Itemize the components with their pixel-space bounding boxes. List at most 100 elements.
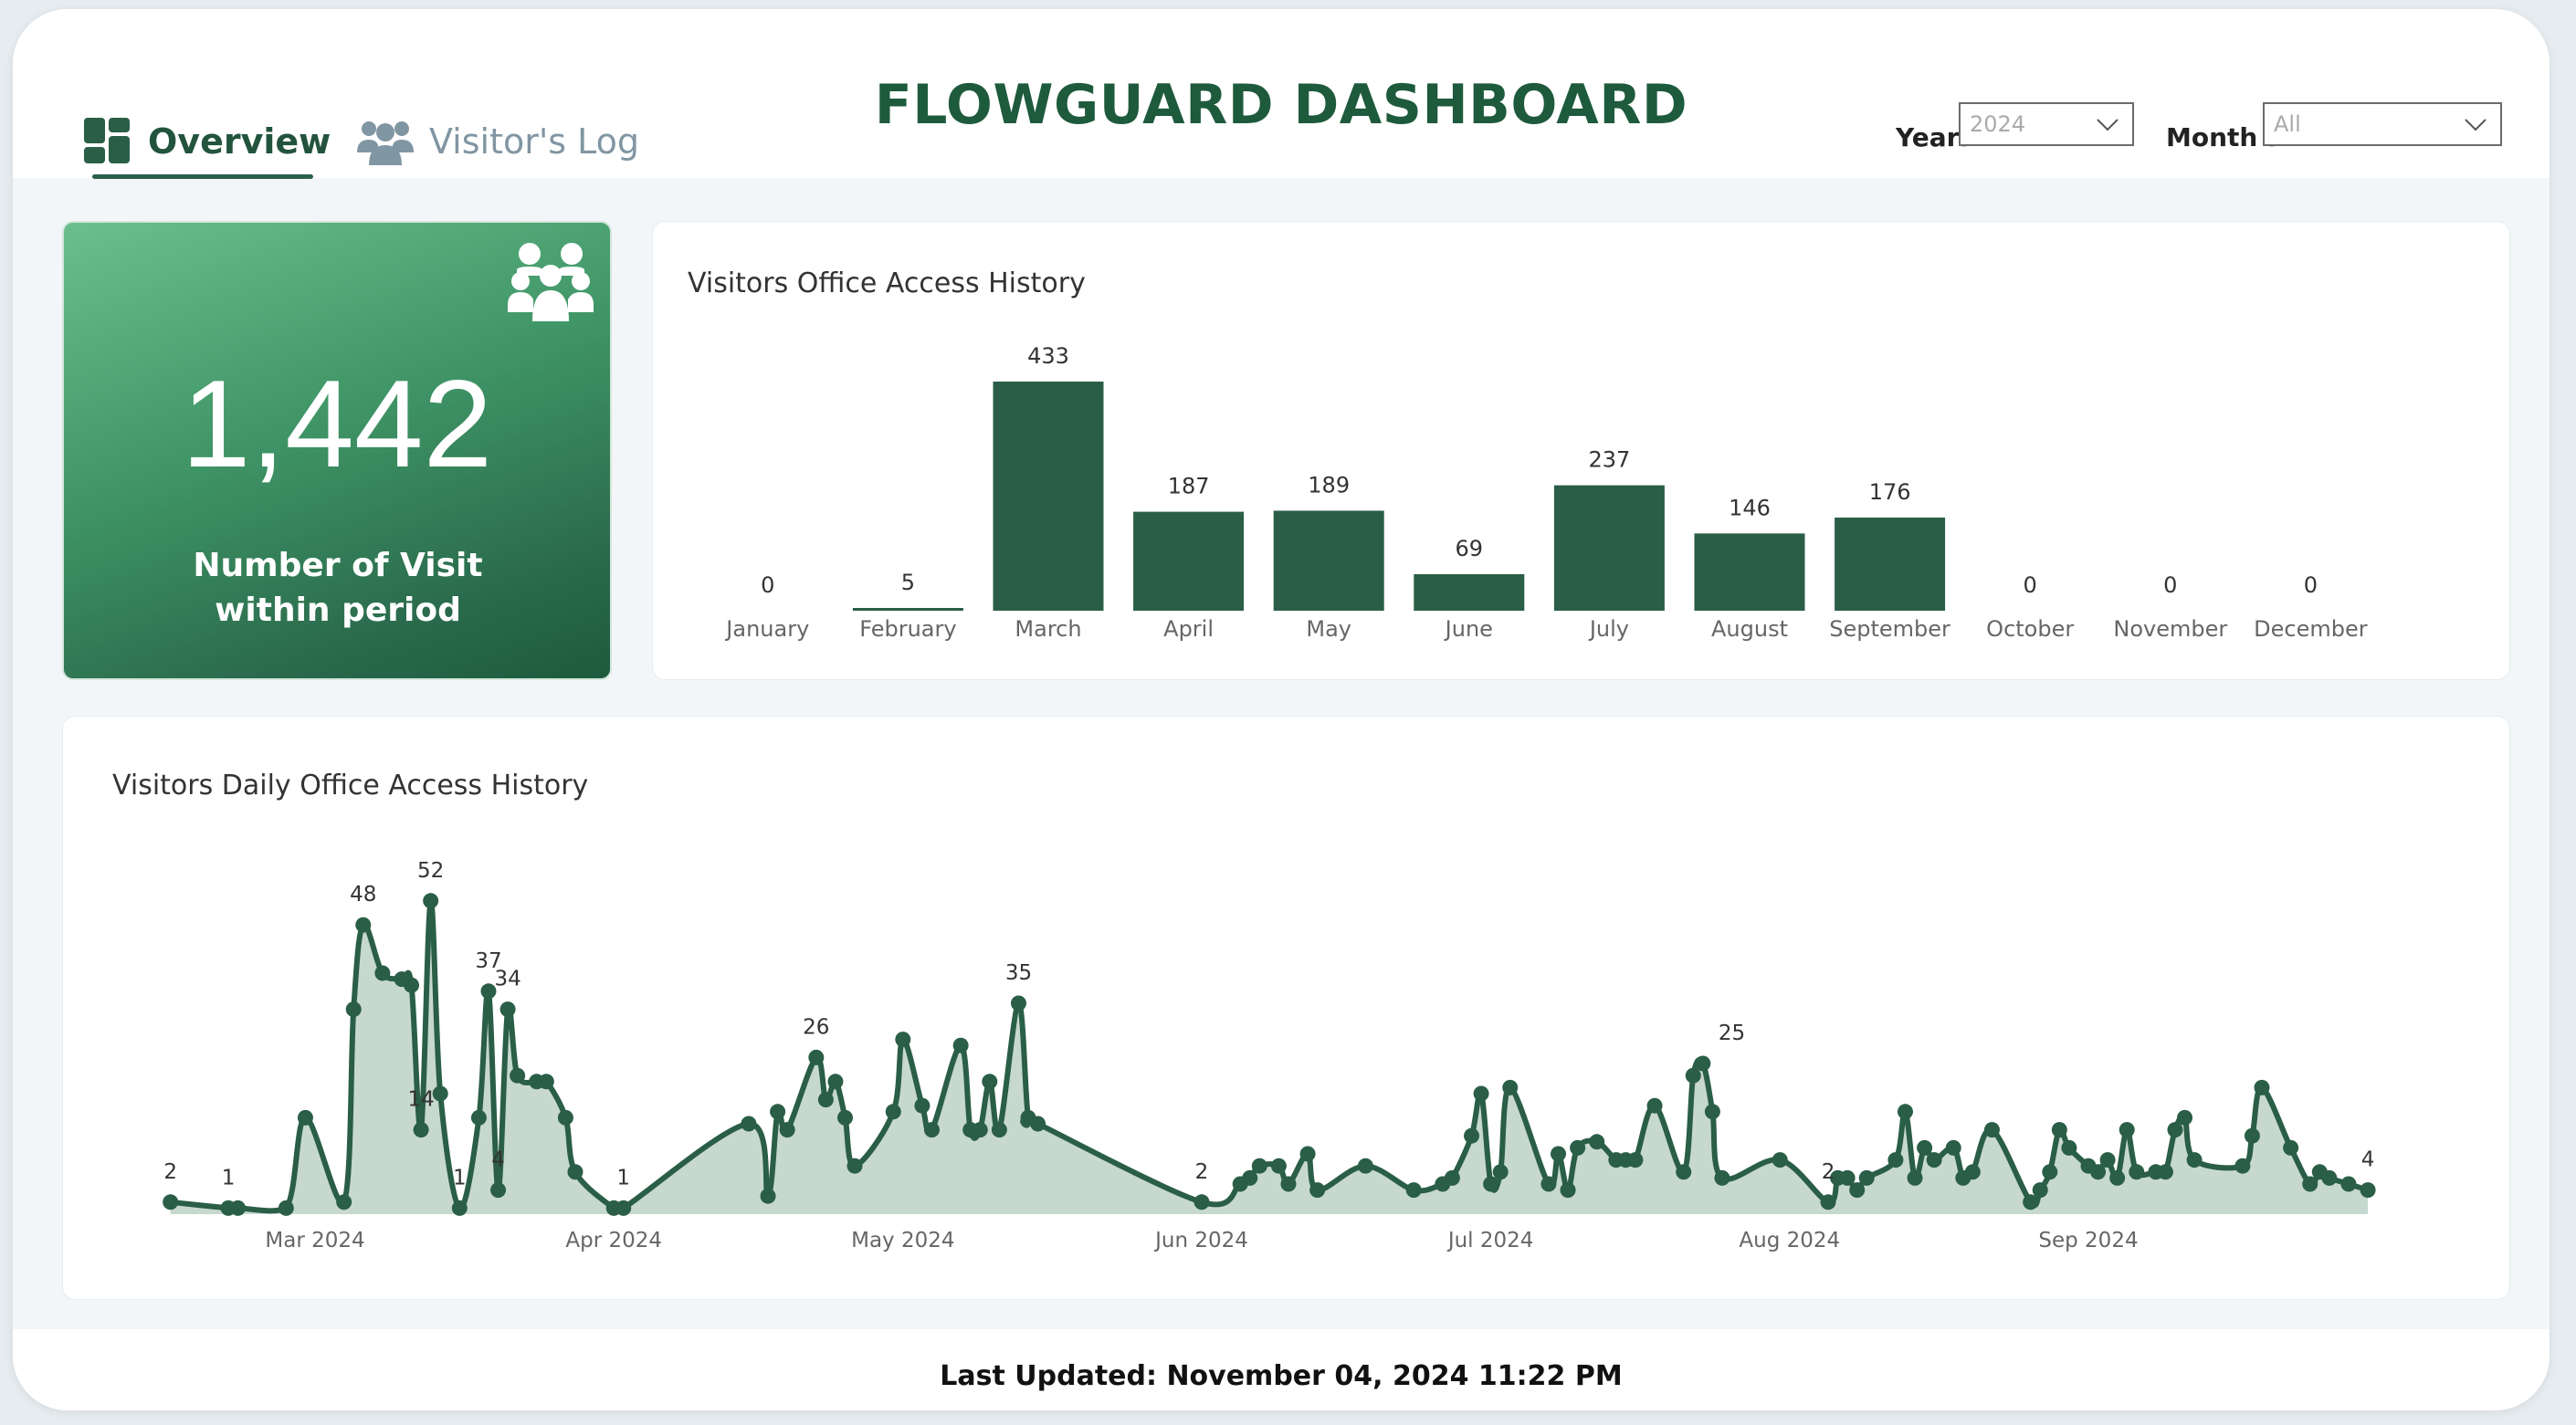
data-point [895, 1032, 911, 1048]
data-point [2302, 1176, 2318, 1192]
data-label: 48 [350, 883, 376, 906]
data-point [1589, 1134, 1605, 1150]
x-tick-label: November [2113, 616, 2227, 642]
bar-value-label: 433 [1027, 343, 1069, 369]
x-tick-label: August [1711, 616, 1788, 642]
bar-august [1694, 533, 1805, 611]
data-point [1570, 1139, 1586, 1156]
data-point [1983, 1122, 2000, 1138]
x-tick-label: Jun 2024 [1153, 1229, 1248, 1252]
bar-may [1273, 510, 1384, 611]
data-point [1444, 1169, 1460, 1186]
data-point [1820, 1194, 1836, 1210]
bar-april [1133, 511, 1245, 611]
x-tick-label: September [1829, 616, 1950, 642]
x-tick-label: Sep 2024 [2038, 1229, 2138, 1252]
data-point [557, 1109, 573, 1126]
data-point [1945, 1139, 1961, 1156]
data-point [1464, 1127, 1480, 1144]
x-tick-label: October [1986, 616, 2074, 642]
data-point [1193, 1194, 1210, 1210]
bar-value-label: 0 [761, 572, 774, 598]
data-point [432, 1085, 448, 1102]
x-tick-label: April [1163, 616, 1214, 642]
data-point [451, 1200, 468, 1216]
data-label: 2 [1195, 1160, 1209, 1184]
data-point [2042, 1164, 2058, 1180]
data-point [2234, 1158, 2251, 1174]
bar-value-label: 0 [2304, 572, 2318, 598]
data-point [1551, 1146, 1567, 1162]
last-updated-text: Last Updated: November 04, 2024 11:22 PM [940, 1360, 1623, 1392]
data-point [2109, 1169, 2126, 1186]
data-point [374, 965, 391, 981]
group-icon [508, 243, 594, 321]
data-point [1270, 1158, 1287, 1174]
bar-value-label: 0 [2163, 572, 2177, 598]
data-point [2061, 1139, 2077, 1156]
x-tick-label: February [859, 616, 956, 642]
data-label: 2 [1822, 1160, 1835, 1184]
data-point [923, 1122, 940, 1138]
year-select[interactable]: 2024 [1959, 102, 2134, 146]
data-point [2321, 1169, 2338, 1186]
data-point [1714, 1169, 1730, 1186]
data-point [538, 1074, 554, 1090]
data-point [1695, 1055, 1711, 1072]
month-select[interactable]: All [2263, 102, 2502, 146]
x-tick-label: January [724, 616, 809, 642]
data-point [846, 1158, 863, 1174]
bar-september [1835, 517, 1946, 611]
data-label: 14 [407, 1088, 434, 1112]
data-point [345, 1001, 362, 1018]
x-tick-label: May 2024 [851, 1229, 954, 1252]
data-point [972, 1122, 988, 1138]
data-label: 1 [222, 1166, 236, 1189]
data-label: 4 [2361, 1148, 2375, 1172]
data-point [952, 1037, 969, 1053]
data-point [1849, 1182, 1866, 1199]
data-point [2283, 1139, 2299, 1156]
bar-value-label: 187 [1168, 474, 1210, 499]
data-point [1926, 1152, 1942, 1168]
data-point [1473, 1085, 1489, 1102]
active-tab-indicator [92, 174, 313, 179]
data-point [808, 1049, 825, 1065]
data-point [1540, 1176, 1557, 1192]
kpi-value: 1,442 [181, 354, 493, 493]
data-point [1917, 1139, 1933, 1156]
data-point [2051, 1122, 2067, 1138]
data-point [760, 1188, 776, 1204]
bar-february [852, 608, 963, 611]
data-point [1772, 1152, 1788, 1168]
data-point [779, 1122, 795, 1138]
data-point [1251, 1158, 1267, 1174]
data-point [1887, 1152, 1904, 1168]
data-point [1560, 1182, 1576, 1199]
data-point [2090, 1164, 2107, 1180]
data-point [2186, 1152, 2203, 1168]
data-point [836, 1109, 853, 1126]
data-point [770, 1104, 786, 1120]
data-point [423, 893, 439, 909]
data-point [1502, 1079, 1519, 1095]
x-tick-label: Mar 2024 [265, 1229, 364, 1252]
month-filter-label: Month : [2166, 122, 2277, 152]
data-point [615, 1200, 632, 1216]
data-point [2254, 1079, 2270, 1095]
data-point [1405, 1182, 1422, 1199]
data-point [1646, 1097, 1663, 1114]
x-tick-label: March [1015, 616, 1081, 642]
data-point [1907, 1169, 1923, 1186]
data-point [885, 1104, 901, 1120]
data-point [1483, 1176, 1499, 1192]
data-point [2177, 1109, 2193, 1126]
data-point [336, 1194, 352, 1210]
data-label: 1 [616, 1166, 630, 1189]
data-point [827, 1074, 844, 1090]
bar-value-label: 146 [1729, 495, 1771, 520]
data-point [991, 1122, 1007, 1138]
bar-march [993, 382, 1104, 611]
bar-july [1553, 485, 1665, 611]
chevron-down-icon [2097, 119, 2119, 131]
